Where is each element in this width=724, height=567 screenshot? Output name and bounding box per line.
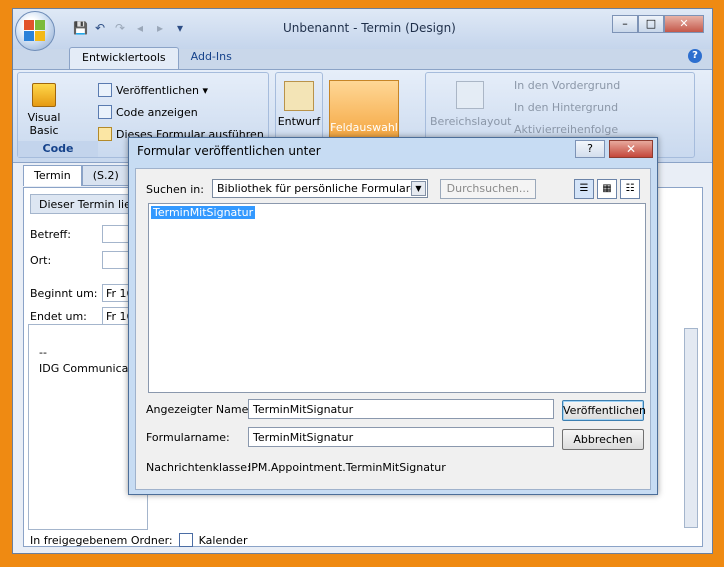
window-controls: – □ ✕ — [612, 15, 704, 33]
layout-items: In den Vordergrund In den Hintergrund Ak… — [514, 79, 620, 145]
field-choice-button[interactable]: Feldauswahl — [329, 80, 399, 142]
visual-basic-label: Visual Basic — [27, 111, 61, 137]
display-name-field[interactable]: TerminMitSignatur — [248, 399, 554, 419]
visual-basic-icon — [32, 83, 56, 107]
details-view-icon[interactable]: ▦ — [597, 179, 617, 199]
end-label: Endet um: — [30, 310, 87, 323]
vertical-scrollbar[interactable] — [684, 328, 698, 528]
shared-folder-label: In freigegebenem Ordner: — [30, 533, 173, 547]
area-layout-icon — [456, 81, 484, 109]
previous-icon[interactable]: ◂ — [133, 21, 147, 35]
maximize-button[interactable]: □ — [638, 15, 664, 33]
undo-icon[interactable]: ↶ — [93, 21, 107, 35]
dialog-help-button[interactable]: ? — [575, 140, 605, 158]
form-name-field[interactable]: TerminMitSignatur — [248, 427, 554, 447]
properties-view-icon[interactable]: ☷ — [620, 179, 640, 199]
calendar-icon — [178, 533, 193, 547]
form-name-label: Formularname: — [146, 431, 230, 444]
view-code-button[interactable]: Code anzeigen — [98, 101, 264, 123]
publish-form-dialog: Formular veröffentlichen unter ? ✕ Suche… — [128, 137, 658, 495]
tab-s2[interactable]: (S.2) — [81, 165, 130, 186]
publish-button[interactable]: Veröffentlichen — [562, 400, 646, 421]
shared-folder-value: Kalender — [198, 533, 248, 547]
title-bar: 💾 ↶ ↷ ◂ ▸ ▾ Unbenannt - Termin (Design) … — [13, 9, 712, 51]
chevron-down-icon[interactable]: ▼ — [411, 181, 426, 196]
info-bar: Dieser Termin lieg — [30, 194, 140, 214]
help-icon[interactable]: ? — [688, 49, 702, 63]
publish-menu-button[interactable]: Veröffentlichen ▾ — [98, 79, 264, 101]
cancel-button[interactable]: Abbrechen — [562, 429, 644, 450]
location-label: Ort: — [30, 254, 52, 267]
dialog-title: Formular veröffentlichen unter — [137, 144, 321, 158]
search-in-select[interactable]: Bibliothek für persönliche Formulare ▼ — [212, 179, 428, 198]
notes-line: IDG Communica — [39, 362, 129, 375]
redo-icon[interactable]: ↷ — [113, 21, 127, 35]
view-code-label: Code anzeigen — [116, 105, 198, 119]
area-layout-label: Bereichslayout — [430, 115, 512, 128]
dialog-body: Suchen in: Bibliothek für persönliche Fo… — [135, 168, 651, 490]
search-in-label: Suchen in: — [146, 183, 204, 196]
design-icon — [284, 81, 314, 111]
code-items: Veröffentlichen ▾ Code anzeigen Dieses F… — [98, 79, 264, 145]
start-label: Beginnt um: — [30, 287, 98, 300]
forms-list[interactable]: TerminMitSignatur — [148, 203, 646, 393]
view-buttons: ☰ ▦ ☷ — [574, 179, 640, 199]
bring-to-front-button[interactable]: In den Vordergrund — [514, 79, 620, 101]
minimize-button[interactable]: – — [612, 15, 638, 33]
close-button[interactable]: ✕ — [664, 15, 704, 33]
display-name-label: Angezeigter Name: — [146, 403, 253, 416]
window-title: Unbenannt - Termin (Design) — [283, 21, 456, 35]
view-code-icon — [98, 105, 112, 119]
form-tabs: Termin (S.2) — [23, 165, 130, 186]
list-view-icon[interactable]: ☰ — [574, 179, 594, 199]
message-class-label: Nachrichtenklasse: — [146, 461, 251, 474]
message-class-value: IPM.Appointment.TerminMitSignatur — [248, 461, 446, 474]
publish-icon — [98, 83, 112, 97]
notes-line: -- — [39, 346, 47, 359]
list-item[interactable]: TerminMitSignatur — [151, 206, 256, 219]
code-group-label: Code — [18, 141, 98, 157]
quick-access-toolbar: 💾 ↶ ↷ ◂ ▸ ▾ — [73, 21, 187, 35]
subject-label: Betreff: — [30, 228, 71, 241]
office-button[interactable] — [15, 11, 55, 51]
browse-button[interactable]: Durchsuchen... — [440, 179, 536, 199]
send-to-back-button[interactable]: In den Hintergrund — [514, 101, 620, 123]
next-icon[interactable]: ▸ — [153, 21, 167, 35]
customize-icon[interactable]: ▾ — [173, 21, 187, 35]
tab-add-ins[interactable]: Add-Ins — [179, 47, 244, 69]
shared-folder: In freigegebenem Ordner: Kalender — [30, 533, 247, 547]
tab-entwicklertools[interactable]: Entwicklertools — [69, 47, 179, 69]
ribbon-tabs: Entwicklertools Add-Ins — [69, 47, 244, 69]
area-layout-button[interactable]: Bereichslayout — [430, 81, 512, 128]
run-form-icon — [98, 127, 112, 141]
save-icon[interactable]: 💾 — [73, 21, 88, 35]
tab-termin[interactable]: Termin — [23, 165, 82, 186]
search-in-value: Bibliothek für persönliche Formulare — [217, 182, 417, 195]
dialog-close-button[interactable]: ✕ — [609, 140, 653, 158]
publish-label: Veröffentlichen ▾ — [116, 83, 208, 97]
outer-frame: 💾 ↶ ↷ ◂ ▸ ▾ Unbenannt - Termin (Design) … — [0, 0, 724, 567]
design-label: Entwurf — [277, 115, 321, 128]
office-logo-icon — [24, 20, 46, 42]
visual-basic-button[interactable]: Visual Basic — [24, 83, 64, 137]
